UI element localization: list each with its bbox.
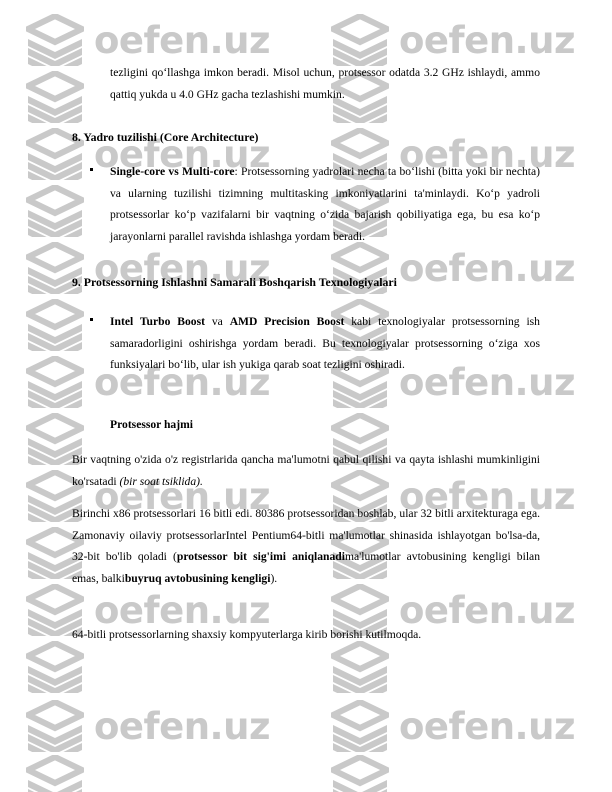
list-item-lead-amd: AMD Precision Boost <box>229 315 345 328</box>
list-item: Intel Turbo Boost va AMD Precision Boost… <box>90 311 540 376</box>
document-content: tezligini qo‘llashga imkon beradi. Misol… <box>0 0 612 792</box>
bullet-marker-icon <box>90 318 93 321</box>
paragraph-x86-bold2: buyruq avtobusining kengligi <box>124 571 271 585</box>
subheading-processor-size: Protsessor hajmi <box>110 418 193 431</box>
intro-paragraph: tezligini qo‘llashga imkon beradi. Misol… <box>110 62 540 105</box>
list-item-mid: va <box>204 315 230 328</box>
document-page: oefen.uz oefen.uz oefen.uz oefen.uz oefe… <box>0 0 612 792</box>
section-heading-8: 8. Yadro tuzilishi (Core Architecture) <box>72 130 259 144</box>
bullet-marker-icon <box>90 168 93 171</box>
list-item: Single-core vs Multi-core: Protsessornin… <box>90 161 540 247</box>
paragraph-64bit: 64-bitli protsessorlarning shaxsiy kompy… <box>72 628 422 641</box>
list-item-text: Intel Turbo Boost va AMD Precision Boost… <box>110 311 540 376</box>
section-heading-9: 9. Protsessorning Ishlashni Samarali Bos… <box>72 275 397 289</box>
paragraph-registers-italic: (bir soat tsiklida). <box>119 474 203 488</box>
paragraph-registers: Bir vaqtning o'zida o'z registrlarida qa… <box>72 449 540 492</box>
list-item-lead-intel: Intel Turbo Boost <box>110 315 205 328</box>
list-item-text: Single-core vs Multi-core: Protsessornin… <box>110 161 540 247</box>
paragraph-x86-bold1: protsessor bit sig'imi aniqlanadi <box>176 550 345 563</box>
paragraph-x86-part3: ). <box>270 571 278 585</box>
paragraph-x86: Birinchi x86 protsessorlari 16 bitli edi… <box>72 503 540 589</box>
list-item-lead: Single-core vs Multi-core <box>110 165 235 178</box>
intro-line-1: tezligini qo‘llashga imkon beradi. Misol… <box>110 66 464 79</box>
